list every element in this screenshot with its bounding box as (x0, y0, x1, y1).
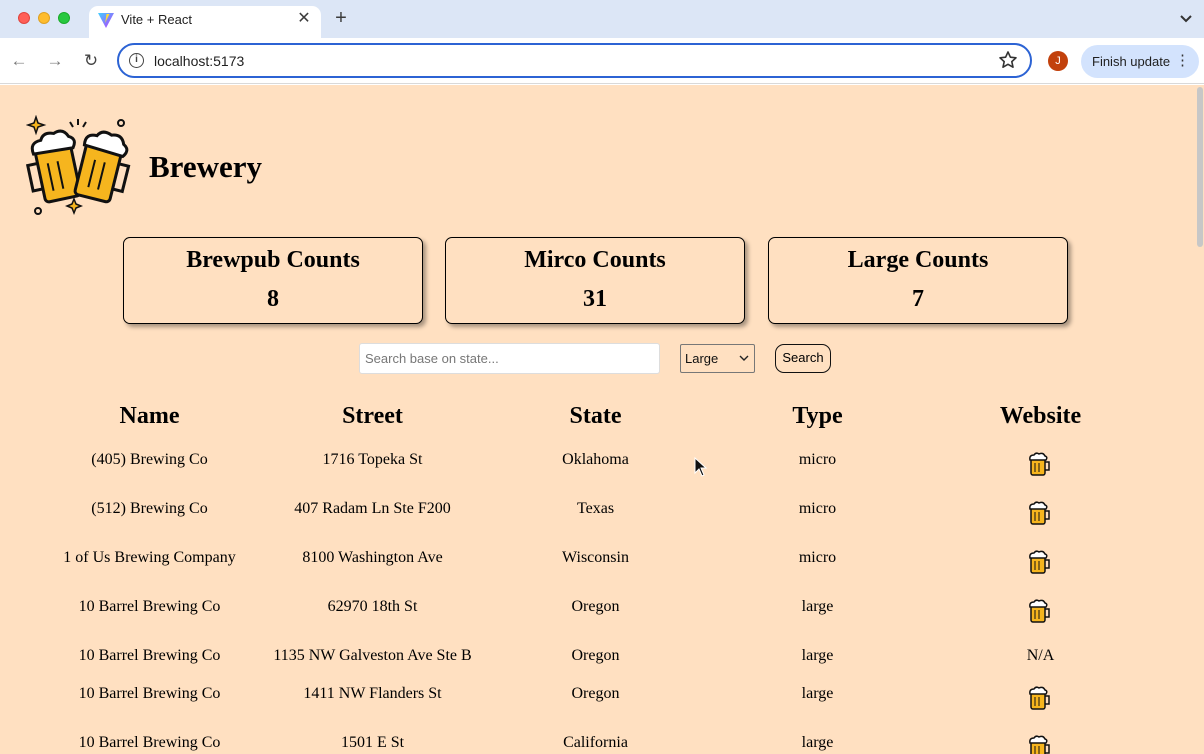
beer-cheers-logo-icon (26, 115, 131, 216)
beer-mug-icon[interactable] (1028, 734, 1052, 754)
cell-website: N/A (1026, 647, 1055, 664)
browser-tab-active[interactable]: Vite + React ✕ (89, 6, 321, 38)
large-count-card: Large Counts 7 (768, 237, 1068, 324)
forward-arrow-icon[interactable]: → (45, 51, 65, 71)
state-search-input[interactable] (359, 343, 660, 374)
browser-toolbar: ← → ↻ i localhost:5173 J Finish update ⋮ (0, 38, 1204, 84)
brewery-type-select[interactable]: Large (680, 344, 755, 373)
cell-state: Texas (576, 500, 615, 517)
new-tab-icon[interactable]: + (331, 8, 351, 28)
finish-update-label: Finish update (1092, 54, 1171, 69)
beer-mug-icon[interactable] (1028, 685, 1052, 711)
column-header-website: Website (999, 403, 1082, 429)
tab-search-chevron-icon[interactable] (1176, 8, 1196, 28)
cell-type: large (801, 647, 834, 664)
reload-icon[interactable]: ↻ (81, 51, 101, 71)
cell-state: Oregon (571, 647, 620, 664)
card-label: Mirco Counts (524, 247, 666, 273)
cell-street: 8100 Washington Ave (302, 549, 443, 566)
cell-name: 10 Barrel Brewing Co (78, 647, 221, 664)
cell-name: 10 Barrel Brewing Co (78, 734, 221, 751)
bookmark-star-icon[interactable] (998, 50, 1018, 70)
card-value: 31 (583, 286, 607, 312)
beer-mug-icon[interactable] (1028, 500, 1052, 526)
page-viewport: Brewery Brewpub Counts 8 Mirco Counts 31… (0, 85, 1204, 754)
site-info-icon[interactable]: i (129, 53, 144, 68)
search-button[interactable]: Search (775, 344, 831, 373)
address-url[interactable]: localhost:5173 (154, 53, 244, 69)
beer-mug-icon[interactable] (1028, 598, 1052, 624)
scrollbar-thumb[interactable] (1197, 87, 1203, 247)
profile-avatar[interactable]: J (1048, 51, 1068, 71)
cell-name: (512) Brewing Co (91, 500, 208, 517)
column-header-street: Street (342, 403, 403, 429)
back-arrow-icon[interactable]: ← (9, 51, 29, 71)
cell-type: large (801, 685, 834, 702)
card-label: Brewpub Counts (186, 247, 360, 273)
page-scrollbar[interactable] (1196, 85, 1204, 754)
finish-update-button[interactable]: Finish update ⋮ (1081, 45, 1199, 78)
cell-type: micro (798, 549, 837, 566)
column-header-type: Type (792, 403, 843, 429)
vite-logo-icon (98, 13, 114, 28)
brand-title: Brewery (149, 149, 263, 184)
brewpub-count-card: Brewpub Counts 8 (123, 237, 423, 324)
beer-mug-icon[interactable] (1028, 549, 1052, 575)
browser-tabstrip: Vite + React ✕ + (0, 0, 1204, 38)
card-value: 7 (912, 286, 924, 312)
mouse-pointer-icon (694, 457, 708, 477)
more-menu-icon[interactable]: ⋮ (1175, 52, 1190, 70)
column-header-name: Name (119, 403, 180, 429)
cell-name: 1 of Us Brewing Company (63, 549, 236, 566)
cell-street: 407 Radam Ln Ste F200 (294, 500, 451, 517)
cell-type: micro (798, 451, 837, 468)
cell-state: Wisconsin (562, 549, 629, 566)
cell-state: Oregon (571, 685, 620, 702)
minimize-window-button[interactable] (38, 12, 50, 24)
column-header-state: State (569, 403, 622, 429)
close-window-button[interactable] (18, 12, 30, 24)
address-bar[interactable]: i localhost:5173 (117, 43, 1032, 78)
cell-type: large (801, 598, 834, 615)
type-select-value: Large (685, 351, 719, 366)
micro-count-card: Mirco Counts 31 (445, 237, 745, 324)
close-tab-icon[interactable]: ✕ (295, 10, 313, 28)
cell-type: large (801, 734, 834, 751)
cell-state: Oklahoma (562, 451, 629, 468)
cell-street: 62970 18th St (327, 598, 418, 615)
cell-state: California (563, 734, 628, 751)
cell-street: 1501 E St (340, 734, 405, 751)
card-value: 8 (267, 286, 279, 312)
cell-name: 10 Barrel Brewing Co (78, 685, 221, 702)
cell-name: (405) Brewing Co (91, 451, 208, 468)
tab-title: Vite + React (121, 12, 192, 27)
card-label: Large Counts (847, 247, 989, 273)
cell-street: 1135 NW Galveston Ave Ste B (273, 647, 472, 664)
maximize-window-button[interactable] (58, 12, 70, 24)
cell-state: Oregon (571, 598, 620, 615)
cell-street: 1411 NW Flanders St (303, 685, 442, 702)
cell-street: 1716 Topeka St (322, 451, 423, 468)
beer-mug-icon[interactable] (1028, 451, 1052, 477)
chevron-down-icon (739, 355, 749, 361)
cell-type: micro (798, 500, 837, 517)
cell-name: 10 Barrel Brewing Co (78, 598, 221, 615)
